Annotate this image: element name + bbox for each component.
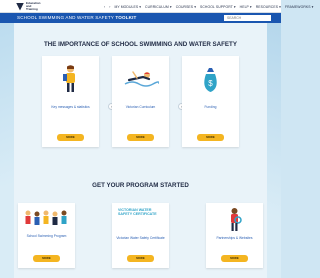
nav-item-frameworks[interactable]: FRAMEWORKS ▾ <box>285 5 314 9</box>
card-funding-label[interactable]: Funding <box>184 105 237 109</box>
card-funding[interactable]: $ Funding MORE <box>182 56 239 147</box>
funding-more-button[interactable]: MORE <box>197 134 224 141</box>
nav-back-icon[interactable]: ‹ <box>104 5 105 9</box>
card-key-messages[interactable]: Key messages & statistics MORE <box>42 56 99 147</box>
card-victorian-curriculum-label[interactable]: Victorian Curriculum <box>114 105 167 109</box>
card-school-swimming-program-label[interactable]: School Swimming Program <box>20 234 73 238</box>
toolkit-title-suffix: TOOLKIT <box>115 15 137 20</box>
main-nav: ‹ › MY MODULES ▾ CURRICULUM ▾ COURSES ▾ … <box>104 3 313 10</box>
card-school-swimming-program[interactable]: School Swimming Program MORE <box>18 203 75 268</box>
card-partnerships-label[interactable]: Partnerships & Websites <box>208 236 261 240</box>
key-messages-more-button[interactable]: MORE <box>57 134 84 141</box>
victorian-curriculum-more-button[interactable]: MORE <box>127 134 154 141</box>
section-title-importance: THE IMPORTANCE OF SCHOOL SWIMMING AND WA… <box>44 41 237 48</box>
student-illustration-icon <box>63 65 75 92</box>
water-safety-certificate-more-button[interactable]: MORE <box>127 255 154 262</box>
nav-forward-icon[interactable]: › <box>109 5 110 9</box>
nav-item-curriculum[interactable]: CURRICULUM ▾ <box>145 5 172 9</box>
children-group-illustration-icon <box>25 210 67 225</box>
card-partnerships[interactable]: Partnerships & Websites MORE <box>206 203 263 268</box>
nav-item-my-modules[interactable]: MY MODULES ▾ <box>114 5 141 9</box>
partnerships-more-button[interactable]: MORE <box>221 255 248 262</box>
money-bag-illustration-icon: $ <box>204 68 217 92</box>
main-content: THE IMPORTANCE OF SCHOOL SWIMMING AND WA… <box>14 23 267 278</box>
certificate-illustration-text: VICTORIAN WATER SAFETY CERTIFICATE <box>118 208 157 216</box>
toolkit-title-prefix: SCHOOL SWIMMING AND WATER SAFETY <box>17 15 114 20</box>
nav-item-courses[interactable]: COURSES ▾ <box>176 5 196 9</box>
nav-item-school-support[interactable]: SCHOOL SUPPORT ▾ <box>200 5 236 9</box>
student-with-ring-illustration-icon <box>231 208 242 231</box>
logo-mark-icon <box>16 2 24 11</box>
toolkit-header-bar: SCHOOL SWIMMING AND WATER SAFETY TOOLKIT <box>0 13 281 23</box>
search-input[interactable] <box>224 15 271 21</box>
nav-item-help[interactable]: HELP ▾ <box>240 5 252 9</box>
card-water-safety-certificate-label[interactable]: Victorian Water Safety Certificate <box>114 236 167 240</box>
school-swimming-program-more-button[interactable]: MORE <box>33 255 60 262</box>
card-water-safety-certificate[interactable]: VICTORIAN WATER SAFETY CERTIFICATE Victo… <box>112 203 169 268</box>
card-key-messages-label[interactable]: Key messages & statistics <box>44 105 97 109</box>
svg-text:$: $ <box>208 79 213 88</box>
nav-item-resources[interactable]: RESOURCES ▾ <box>256 5 281 9</box>
section-title-get-started: GET YOUR PROGRAM STARTED <box>92 182 189 189</box>
swimmer-illustration-icon <box>124 71 159 87</box>
logo-text: Education and Training <box>26 1 41 11</box>
toolkit-title[interactable]: SCHOOL SWIMMING AND WATER SAFETY TOOLKIT <box>17 15 137 20</box>
logo[interactable]: Education and Training <box>16 1 41 11</box>
card-victorian-curriculum[interactable]: Victorian Curriculum MORE <box>112 56 169 147</box>
top-navigation-bar: Education and Training ‹ › MY MODULES ▾ … <box>0 0 313 13</box>
